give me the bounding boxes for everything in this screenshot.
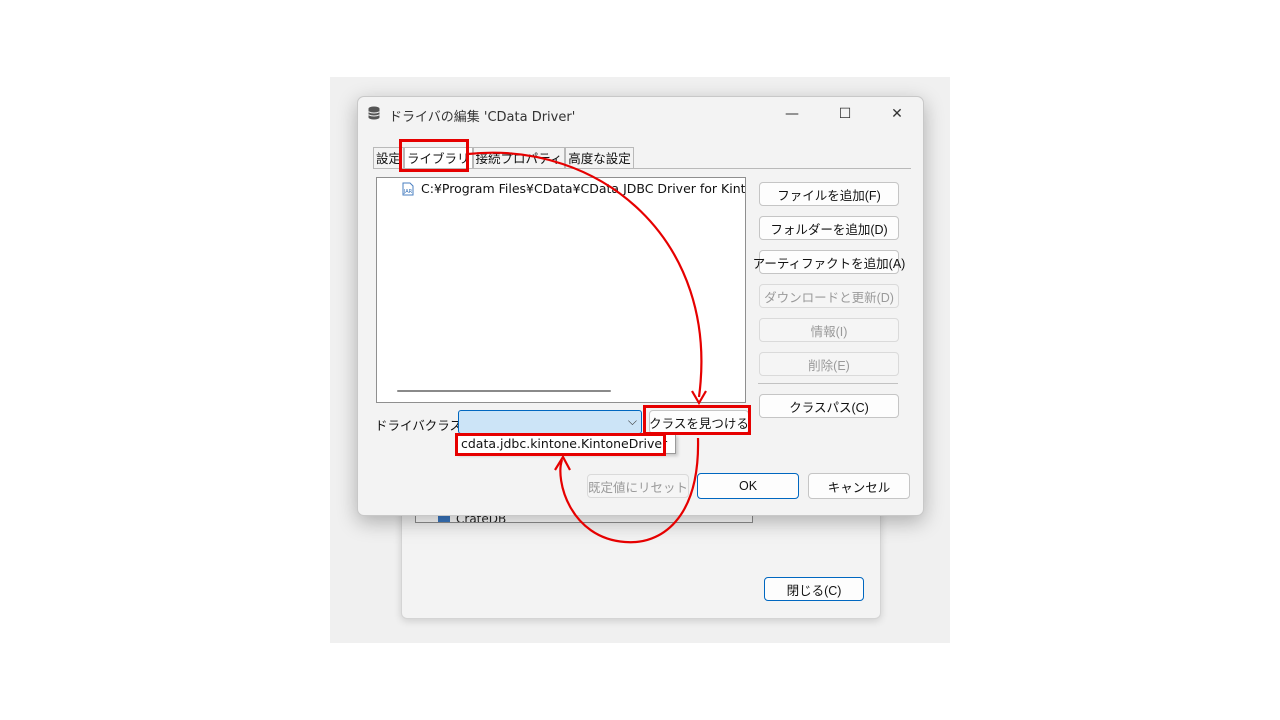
edit-driver-dialog: ドライバの編集 'CData Driver' — ☐ ✕ 設定 ライブラリ 接続… [357,96,924,516]
chevron-down-icon[interactable]: ⌵ [628,414,637,429]
list-item[interactable]: JAR C:¥Program Files¥CData¥CData JDBC Dr… [401,181,746,196]
classpath-button[interactable]: クラスパス(C) [759,394,899,418]
jar-file-icon: JAR [402,182,414,195]
delete-button[interactable]: 削除(E) [759,352,899,376]
info-button[interactable]: 情報(I) [759,318,899,342]
add-file-button[interactable]: ファイルを追加(F) [759,182,899,206]
library-path: C:¥Program Files¥CData¥CData JDBC Driver… [421,181,746,196]
reset-defaults-button[interactable]: 既定値にリセット [587,474,689,498]
find-class-button[interactable]: クラスを見つける [649,410,749,434]
horizontal-scrollbar[interactable] [397,390,611,392]
dialog-title: ドライバの編集 'CData Driver' [389,110,576,125]
driver-class-label: ドライバクラス: [375,418,467,433]
library-list[interactable]: JAR C:¥Program Files¥CData¥CData JDBC Dr… [376,177,746,403]
svg-text:JAR: JAR [403,189,413,195]
tab-settings[interactable]: 設定 [373,147,405,169]
tab-libraries[interactable]: ライブラリ [404,147,473,169]
driver-class-dropdown-option[interactable]: cdata.jdbc.kintone.KintoneDriver [456,434,676,454]
add-artifact-button[interactable]: アーティファクトを追加(A) [753,250,905,274]
tab-connection-properties[interactable]: 接続プロパティ [472,147,566,169]
maximize-icon[interactable]: ☐ [832,104,858,124]
tab-strip: 設定 ライブラリ 接続プロパティ 高度な設定 [373,147,634,169]
database-icon [368,106,380,120]
tab-divider [373,168,911,169]
button-separator [758,383,898,384]
tab-advanced-settings[interactable]: 高度な設定 [565,147,634,169]
close-button[interactable]: 閉じる(C) [764,577,864,601]
download-update-button[interactable]: ダウンロードと更新(D) [759,284,899,308]
ok-button[interactable]: OK [697,473,799,499]
cancel-button[interactable]: キャンセル [808,473,910,499]
minimize-icon[interactable]: — [779,104,805,124]
title-bar[interactable]: ドライバの編集 'CData Driver' — ☐ ✕ [358,97,923,131]
driver-class-combobox[interactable]: ⌵ [458,410,642,434]
close-icon[interactable]: ✕ [884,104,910,124]
add-folder-button[interactable]: フォルダーを追加(D) [759,216,899,240]
